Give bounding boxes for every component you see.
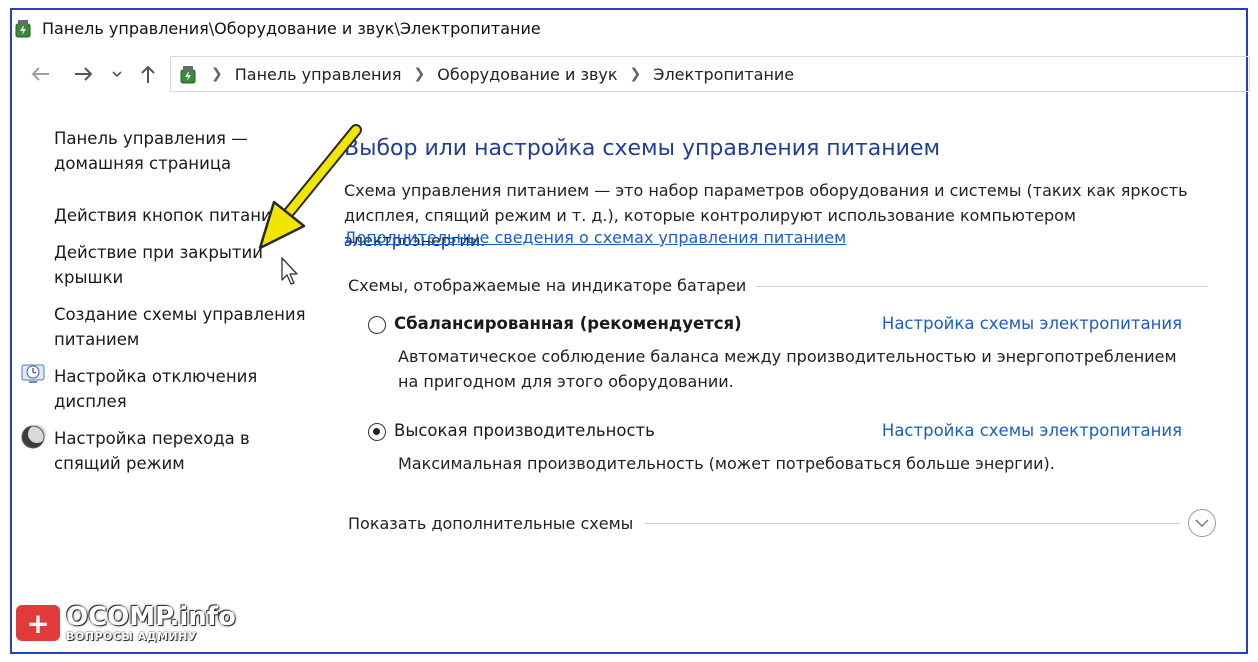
show-more-label: Показать дополнительные схемы [348, 513, 634, 533]
configure-scheme-link[interactable]: Настройка схемы электропитания [882, 421, 1182, 440]
scheme-description: Автоматическое соблюдение баланса между … [398, 347, 1177, 391]
scheme-radio-balanced[interactable] [368, 316, 386, 334]
sidebar-item-label: питанием [54, 330, 140, 349]
title-bar: Панель управления\Оборудование и звук\Эл… [12, 14, 541, 42]
sidebar-item-sleep[interactable]: Настройка перехода в спящий режим [54, 426, 250, 476]
power-options-icon [15, 20, 31, 38]
up-button[interactable] [134, 56, 162, 92]
display-clock-icon [21, 364, 45, 383]
show-more-schemes[interactable]: Показать дополнительные схемы [348, 508, 1216, 538]
sidebar-item-label: Настройка перехода в [54, 429, 250, 448]
watermark-subtitle: ВОПРОСЫ АДМИНУ [66, 629, 197, 643]
watermark-logo: + OCOMP.info ВОПРОСЫ АДМИНУ [16, 600, 236, 646]
mouse-cursor-icon [281, 257, 298, 285]
configure-scheme-link[interactable]: Настройка схемы электропитания [882, 314, 1182, 333]
plus-icon: + [16, 605, 60, 641]
sidebar-item-label: Настройка отключения [54, 367, 258, 386]
sidebar-item-label: дисплея [54, 392, 127, 411]
forward-arrow-icon [75, 67, 93, 81]
sidebar-item-label: Создание схемы управления [54, 305, 306, 324]
scheme-radio-high-performance[interactable] [368, 423, 386, 441]
chevron-down-icon [1195, 519, 1209, 527]
scheme-name[interactable]: Высокая производительность [394, 421, 655, 440]
annotation-arrow-icon [258, 124, 362, 250]
up-arrow-icon [141, 65, 155, 83]
moon-icon [21, 425, 46, 449]
address-bar[interactable]: ❯ Панель управления ❯ Оборудование и зву… [170, 56, 1250, 92]
sidebar-item-label: спящий режим [54, 454, 185, 473]
sidebar-item-label: Действие при закрытии [54, 243, 263, 262]
power-options-icon [180, 66, 196, 84]
window-title: Панель управления\Оборудование и звук\Эл… [42, 18, 541, 38]
sidebar-item-label: домашняя страница [54, 154, 232, 173]
page-title: Выбор или настройка схемы управления пит… [344, 136, 941, 161]
section-label: Схемы, отображаемые на индикаторе батаре… [348, 275, 747, 295]
battery-section-header: Схемы, отображаемые на индикаторе батаре… [348, 274, 1208, 296]
power-scheme-balanced: Сбалансированная (рекомендуется) Настрой… [368, 314, 1198, 394]
divider [645, 522, 1180, 524]
chevron-right-icon: ❯ [413, 66, 426, 82]
scheme-description: Максимальная производительность (может п… [398, 454, 1055, 473]
back-button[interactable] [26, 56, 54, 92]
breadcrumb-power-options[interactable]: Электропитание [653, 65, 794, 84]
watermark-brand: OCOMP.info [66, 601, 236, 632]
power-scheme-high-performance: Высокая производительность Настройка схе… [368, 421, 1198, 477]
sidebar-item-lid-close[interactable]: Действие при закрытии крышки [54, 240, 263, 290]
expand-button[interactable] [1188, 509, 1216, 537]
sidebar-item-label: крышки [54, 268, 124, 287]
sidebar-item-display-off[interactable]: Настройка отключения дисплея [54, 364, 257, 414]
chevron-down-icon [112, 71, 122, 78]
sidebar-item-create-plan[interactable]: Создание схемы управления питанием [54, 302, 306, 352]
sidebar-item-home[interactable]: Панель управления — домашняя страница [54, 126, 248, 176]
navigation-bar: ❯ Панель управления ❯ Оборудование и зву… [20, 56, 1250, 92]
chevron-right-icon: ❯ [211, 66, 223, 82]
more-info-link[interactable]: Дополнительные сведения о схемах управле… [344, 228, 846, 247]
recent-locations-button[interactable] [106, 56, 128, 92]
forward-button[interactable] [70, 56, 98, 92]
back-arrow-icon [31, 67, 49, 81]
chevron-right-icon: ❯ [629, 66, 642, 82]
breadcrumb-control-panel[interactable]: Панель управления [235, 65, 402, 84]
sidebar-item-label: Панель управления — [54, 129, 248, 148]
scheme-name[interactable]: Сбалансированная (рекомендуется) [394, 314, 742, 333]
breadcrumb-hardware-sound[interactable]: Оборудование и звук [437, 65, 617, 84]
divider [756, 285, 1208, 287]
